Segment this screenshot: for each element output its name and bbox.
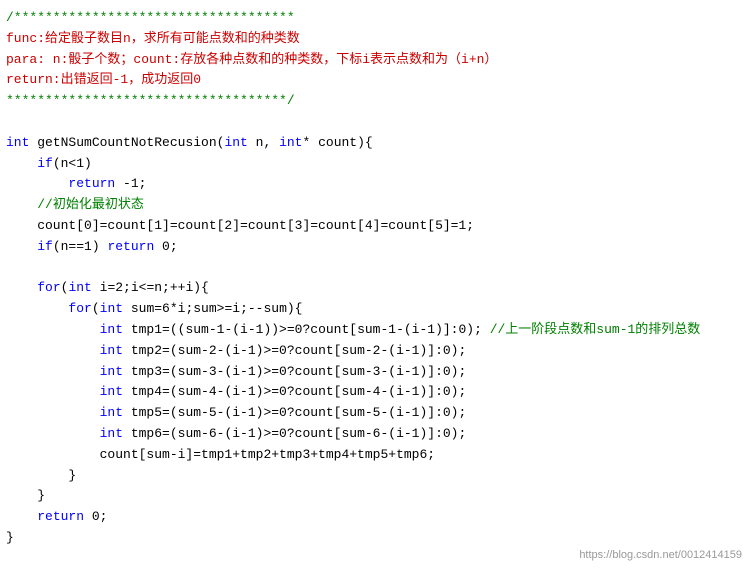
code-line-12: if(n==1) return 0; [6,237,744,258]
code-line-24: } [6,486,744,507]
watermark: https://blog.csdn.net/0012414159 [579,547,742,564]
code-line-25: return 0; [6,507,744,528]
code-line-6 [6,112,744,133]
code-line-22: count[sum-i]=tmp1+tmp2+tmp3+tmp4+tmp5+tm… [6,445,744,466]
code-line-20: int tmp5=(sum-5-(i-1)>=0?count[sum-5-(i-… [6,403,744,424]
code-line-26: } [6,528,744,549]
code-line-14: for(int i=2;i<=n;++i){ [6,278,744,299]
code-line-2: func:给定骰子数目n，求所有可能点数和的种类数 [6,29,744,50]
code-line-9: return -1; [6,174,744,195]
code-block: /************************************ fu… [0,0,750,572]
code-line-21: int tmp6=(sum-6-(i-1)>=0?count[sum-6-(i-… [6,424,744,445]
code-line-23: } [6,466,744,487]
code-line-10: //初始化最初状态 [6,195,744,216]
code-line-8: if(n<1) [6,154,744,175]
code-line-15: for(int sum=6*i;sum>=i;--sum){ [6,299,744,320]
code-line-17: int tmp2=(sum-2-(i-1)>=0?count[sum-2-(i-… [6,341,744,362]
code-line-18: int tmp3=(sum-3-(i-1)>=0?count[sum-3-(i-… [6,362,744,383]
code-line-16: int tmp1=((sum-1-(i-1))>=0?count[sum-1-(… [6,320,744,341]
code-line-5: ************************************/ [6,91,744,112]
code-line-11: count[0]=count[1]=count[2]=count[3]=coun… [6,216,744,237]
code-line-4: return:出错返回-1，成功返回0 [6,70,744,91]
code-line-13 [6,258,744,279]
code-line-1: /************************************ [6,8,744,29]
code-line-3: para: n:骰子个数；count:存放各种点数和的种类数，下标i表示点数和为… [6,50,744,71]
code-line-7: int getNSumCountNotRecusion(int n, int* … [6,133,744,154]
code-line-19: int tmp4=(sum-4-(i-1)>=0?count[sum-4-(i-… [6,382,744,403]
